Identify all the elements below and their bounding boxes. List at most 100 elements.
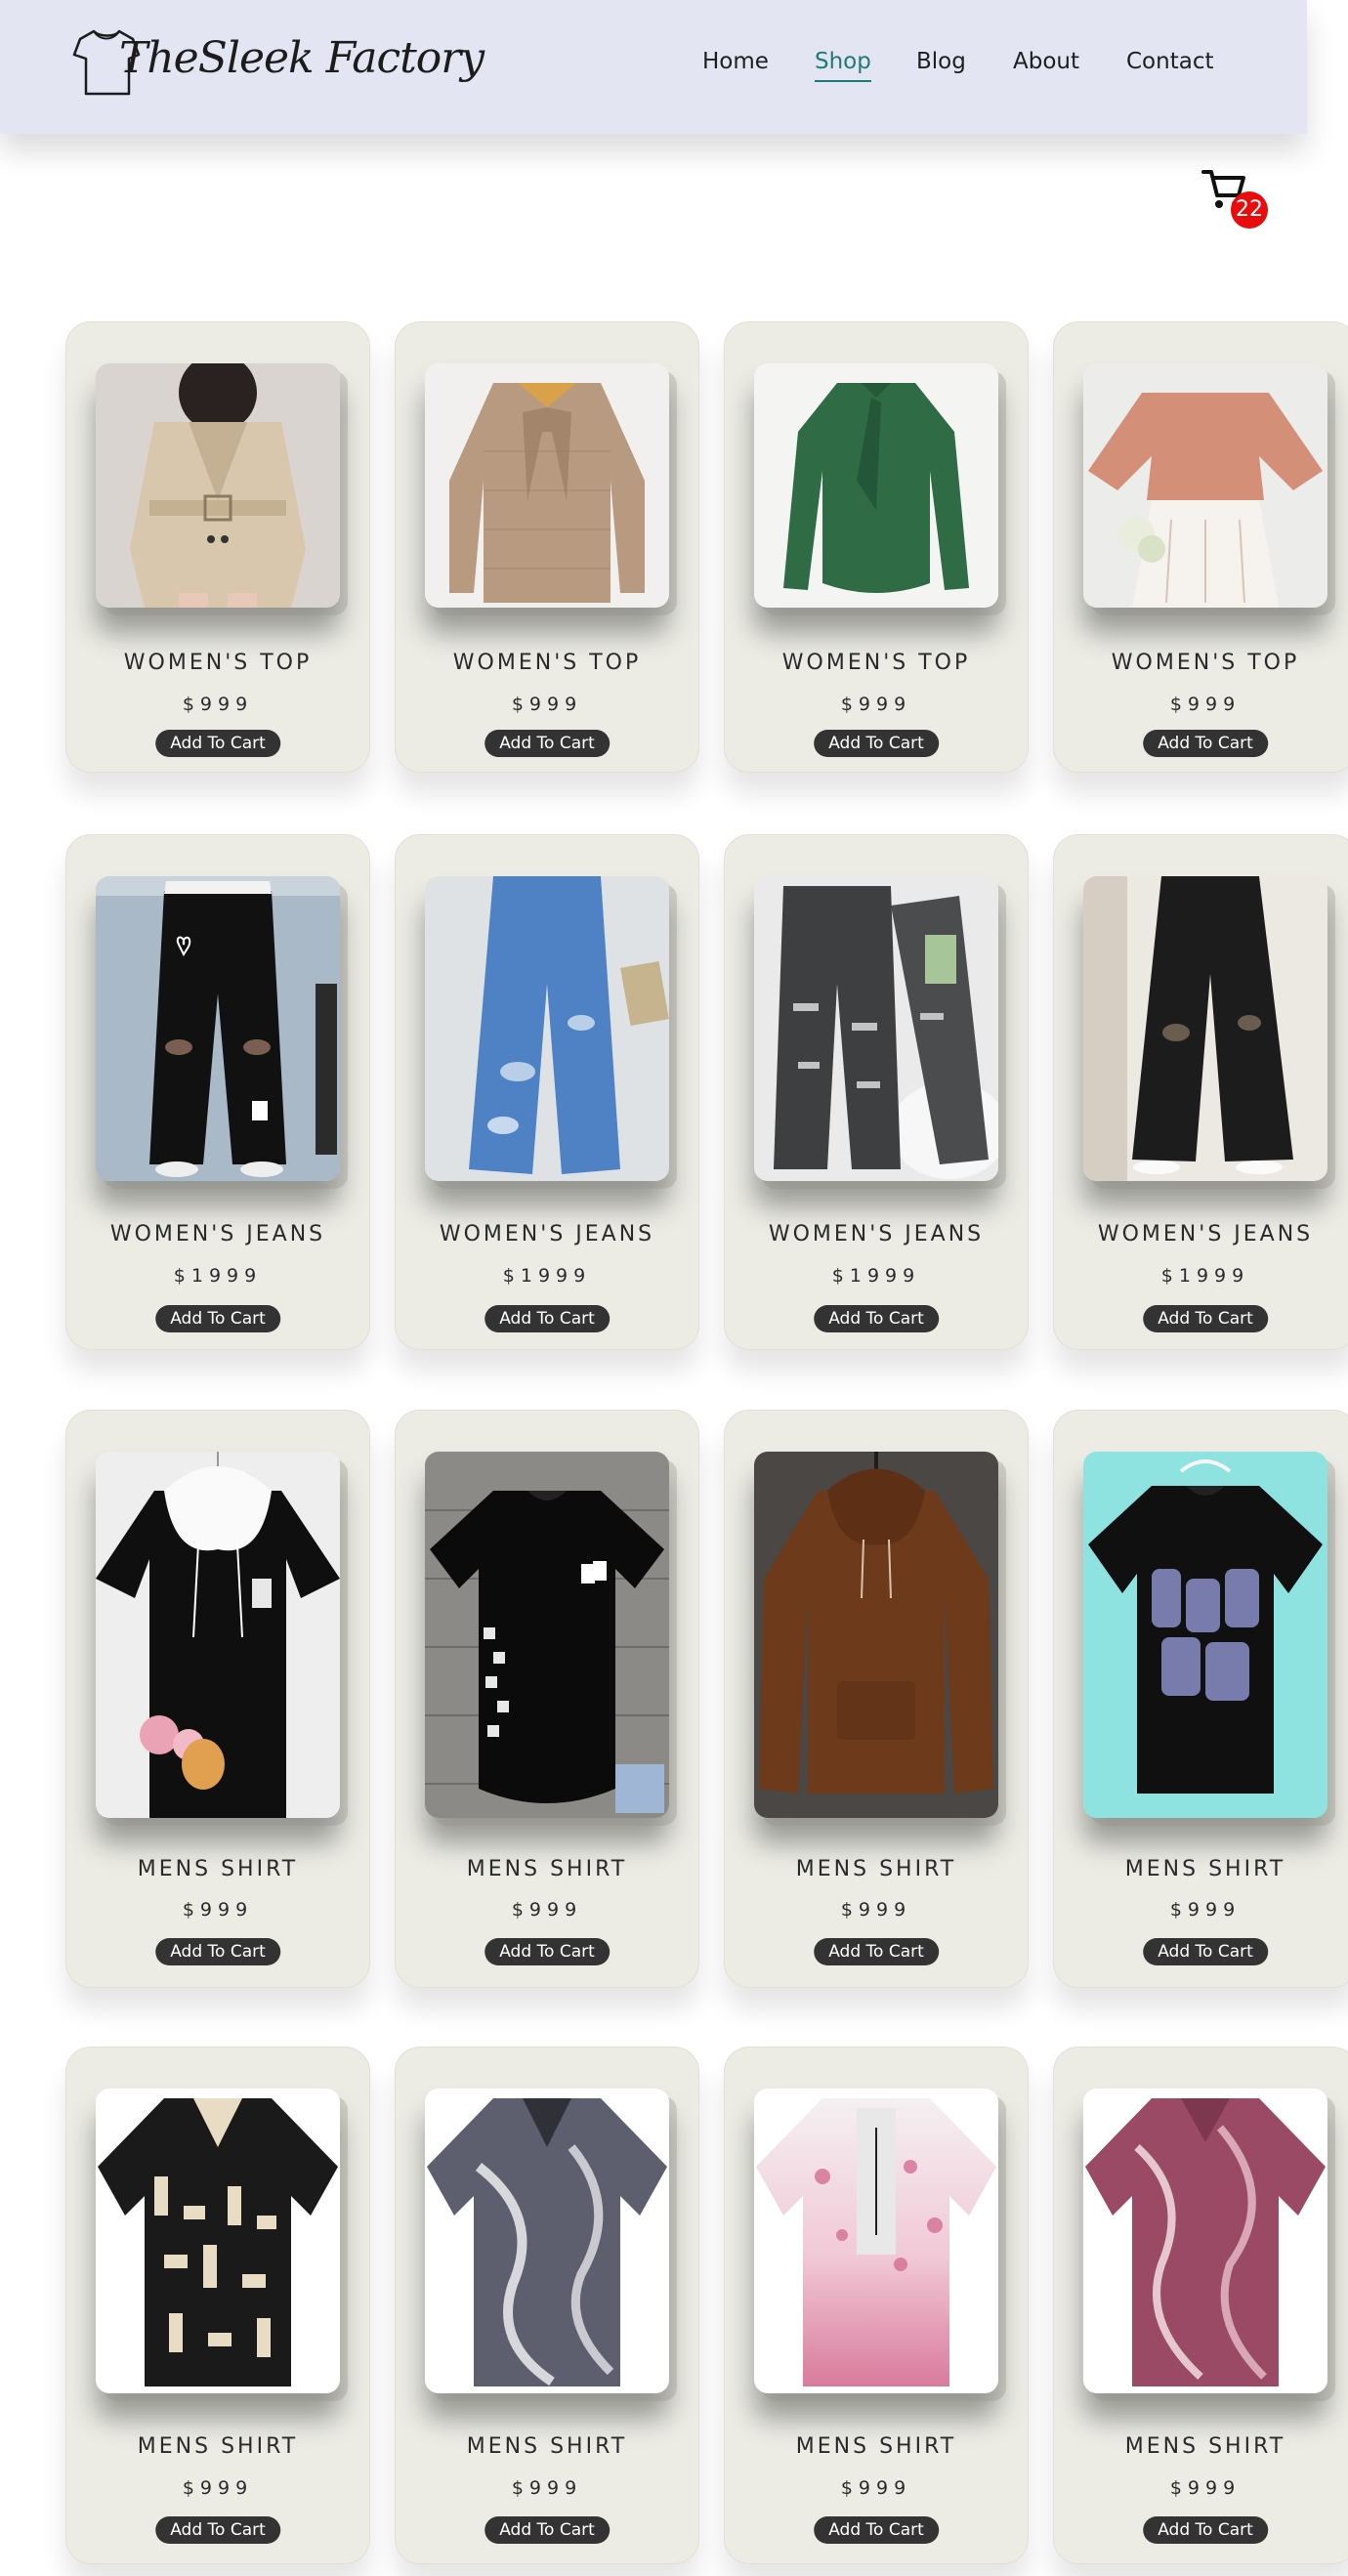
product-card: WOMEN'S TOP $999 Add To Cart <box>1053 321 1348 773</box>
product-card: WOMEN'S TOP $999 Add To Cart <box>395 321 699 773</box>
product-name: MENS SHIRT <box>795 2434 957 2459</box>
product-card: WOMEN'S JEANS $1999 Add To Cart <box>724 834 1029 1350</box>
add-to-cart-button[interactable]: Add To Cart <box>1143 1938 1268 1965</box>
product-image[interactable] <box>96 363 340 608</box>
product-price: $999 <box>511 1899 583 1921</box>
nav-home[interactable]: Home <box>702 49 769 74</box>
nav-contact[interactable]: Contact <box>1126 49 1213 74</box>
product-name: WOMEN'S JEANS <box>768 1222 985 1246</box>
cart-button[interactable]: 22 <box>1201 166 1270 229</box>
wide-black-jeans-image <box>1083 876 1327 1181</box>
product-image[interactable] <box>754 2089 998 2393</box>
green-blouse-image <box>754 363 998 608</box>
product-price: $1999 <box>502 1265 592 1287</box>
product-card: MENS SHIRT $999 Add To Cart <box>395 1410 699 1988</box>
product-card: WOMEN'S TOP $999 Add To Cart <box>724 321 1029 773</box>
active-underline <box>815 80 871 82</box>
product-card: MENS SHIRT $999 Add To Cart <box>724 1410 1029 1988</box>
product-image[interactable] <box>425 2089 669 2393</box>
product-name: WOMEN'S TOP <box>781 651 971 675</box>
grey-jeans-image <box>754 876 998 1181</box>
product-name: WOMEN'S TOP <box>1111 651 1300 675</box>
product-card: WOMEN'S JEANS $1999 Add To Cart <box>395 834 699 1350</box>
nav-shop[interactable]: Shop <box>815 49 871 82</box>
add-to-cart-button[interactable]: Add To Cart <box>155 1938 280 1965</box>
nav-about[interactable]: About <box>1013 49 1079 74</box>
add-to-cart-button[interactable]: Add To Cart <box>814 2516 939 2544</box>
add-to-cart-button[interactable]: Add To Cart <box>1143 730 1268 757</box>
logo-tee-image <box>1083 1452 1327 1818</box>
product-image[interactable] <box>425 1452 669 1818</box>
product-image[interactable] <box>1083 876 1327 1181</box>
add-to-cart-button[interactable]: Add To Cart <box>484 730 610 757</box>
product-name: MENS SHIRT <box>137 1857 299 1881</box>
product-card: WOMEN'S JEANS $1999 Add To Cart <box>65 834 370 1350</box>
coat-image <box>96 363 340 608</box>
product-image[interactable] <box>754 1452 998 1818</box>
product-image[interactable] <box>1083 363 1327 608</box>
blue-jeans-image <box>425 876 669 1181</box>
hoodie-tee-image <box>96 1452 340 1818</box>
product-price: $1999 <box>831 1265 921 1287</box>
product-name: MENS SHIRT <box>137 2434 299 2459</box>
product-card: MENS SHIRT $999 Add To Cart <box>65 1410 370 1988</box>
product-card: MENS SHIRT $999 Add To Cart <box>65 2047 370 2564</box>
product-price: $999 <box>840 2477 912 2499</box>
burgundy-shirt-image <box>1083 2089 1327 2393</box>
product-name: WOMEN'S JEANS <box>439 1222 655 1246</box>
product-image[interactable] <box>96 1452 340 1818</box>
product-price: $1999 <box>1160 1265 1250 1287</box>
product-image[interactable] <box>754 363 998 608</box>
product-price: $999 <box>182 1899 254 1921</box>
product-image[interactable] <box>96 2089 340 2393</box>
add-to-cart-button[interactable]: Add To Cart <box>155 2516 280 2544</box>
product-price: $1999 <box>173 1265 263 1287</box>
product-price: $999 <box>840 694 912 715</box>
nav-blog[interactable]: Blog <box>916 49 966 74</box>
floral-shirt-image <box>754 2089 998 2393</box>
site-header: TheSleek Factory Home Shop Blog About Co… <box>0 0 1307 134</box>
add-to-cart-button[interactable]: Add To Cart <box>155 1305 280 1332</box>
add-to-cart-button[interactable]: Add To Cart <box>814 730 939 757</box>
add-to-cart-button[interactable]: Add To Cart <box>484 1305 610 1332</box>
cards-tee-image <box>425 1452 669 1818</box>
product-name: MENS SHIRT <box>1124 2434 1286 2459</box>
product-name: MENS SHIRT <box>1124 1857 1286 1881</box>
product-price: $999 <box>840 1899 912 1921</box>
product-image[interactable] <box>425 363 669 608</box>
product-name: WOMEN'S JEANS <box>109 1222 326 1246</box>
product-name: WOMEN'S TOP <box>452 651 642 675</box>
add-to-cart-button[interactable]: Add To Cart <box>814 1938 939 1965</box>
add-to-cart-button[interactable]: Add To Cart <box>484 2516 610 2544</box>
brown-hoodie-image <box>754 1452 998 1818</box>
blouse-image <box>425 363 669 608</box>
nav-shop-label: Shop <box>815 49 871 74</box>
product-card: MENS SHIRT $999 Add To Cart <box>395 2047 699 2564</box>
product-image[interactable] <box>1083 1452 1327 1818</box>
add-to-cart-button[interactable]: Add To Cart <box>1143 2516 1268 2544</box>
product-image[interactable] <box>425 876 669 1181</box>
product-image[interactable] <box>754 876 998 1181</box>
product-price: $999 <box>182 2477 254 2499</box>
product-price: $999 <box>1169 2477 1242 2499</box>
product-name: MENS SHIRT <box>466 2434 628 2459</box>
product-name: WOMEN'S TOP <box>123 651 313 675</box>
add-to-cart-button[interactable]: Add To Cart <box>155 730 280 757</box>
product-name: MENS SHIRT <box>466 1857 628 1881</box>
cart-count-badge: 22 <box>1231 191 1268 229</box>
add-to-cart-button[interactable]: Add To Cart <box>484 1938 610 1965</box>
product-card: MENS SHIRT $999 Add To Cart <box>724 2047 1029 2564</box>
product-price: $999 <box>1169 1899 1242 1921</box>
add-to-cart-button[interactable]: Add To Cart <box>814 1305 939 1332</box>
product-card: MENS SHIRT $999 Add To Cart <box>1053 1410 1348 1988</box>
sweater-image <box>1083 363 1327 608</box>
pattern-shirt-image <box>96 2089 340 2393</box>
marble-shirt-image <box>425 2089 669 2393</box>
product-name: MENS SHIRT <box>795 1857 957 1881</box>
product-card: WOMEN'S TOP $999 Add To Cart <box>65 321 370 773</box>
product-name: WOMEN'S JEANS <box>1097 1222 1314 1246</box>
product-image[interactable] <box>96 876 340 1181</box>
add-to-cart-button[interactable]: Add To Cart <box>1143 1305 1268 1332</box>
product-image[interactable] <box>1083 2089 1327 2393</box>
product-price: $999 <box>182 694 254 715</box>
